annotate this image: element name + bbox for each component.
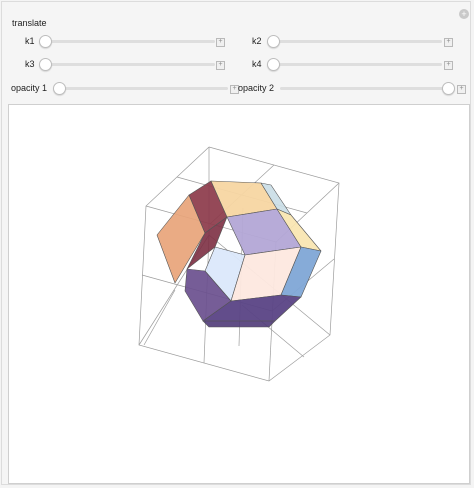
- slider-k2-expand-icon[interactable]: +: [444, 38, 453, 47]
- reset-icon[interactable]: +: [459, 9, 469, 19]
- slider-k4-expand-icon[interactable]: +: [444, 61, 453, 70]
- section-label-translate: translate: [12, 18, 47, 28]
- slider-opacity1-track[interactable]: [54, 87, 228, 90]
- slider-opacity1-label: opacity 1: [11, 83, 48, 93]
- polyhedron-faces: [156, 180, 322, 328]
- slider-k3-label: k3: [25, 59, 35, 69]
- slider-opacity1-thumb[interactable]: [53, 82, 66, 95]
- slider-opacity2-label: opacity 2: [238, 83, 275, 93]
- graphics3d-panel[interactable]: [8, 104, 470, 484]
- slider-k4-thumb[interactable]: [267, 58, 280, 71]
- slider-k3-track[interactable]: [40, 63, 215, 66]
- slider-k2-label: k2: [252, 36, 262, 46]
- manipulate-panel: + translate k1 + k2 + k3 + k4 + opacity …: [1, 1, 471, 485]
- slider-opacity2-track[interactable]: [280, 87, 454, 90]
- slider-k4-track[interactable]: [268, 63, 442, 66]
- slider-k1-label: k1: [25, 36, 35, 46]
- polyhedron-graphic[interactable]: [9, 105, 469, 483]
- slider-k2-thumb[interactable]: [267, 35, 280, 48]
- slider-opacity2-thumb[interactable]: [442, 82, 455, 95]
- slider-k4-label: k4: [252, 59, 262, 69]
- slider-k3-thumb[interactable]: [39, 58, 52, 71]
- slider-k3-expand-icon[interactable]: +: [216, 61, 225, 70]
- slider-k1-expand-icon[interactable]: +: [216, 38, 225, 47]
- slider-opacity2-expand-icon[interactable]: +: [457, 85, 466, 94]
- slider-k1-track[interactable]: [40, 40, 215, 43]
- face-purple-bottom-edge: [202, 320, 276, 328]
- slider-k1-thumb[interactable]: [39, 35, 52, 48]
- slider-k2-track[interactable]: [268, 40, 442, 43]
